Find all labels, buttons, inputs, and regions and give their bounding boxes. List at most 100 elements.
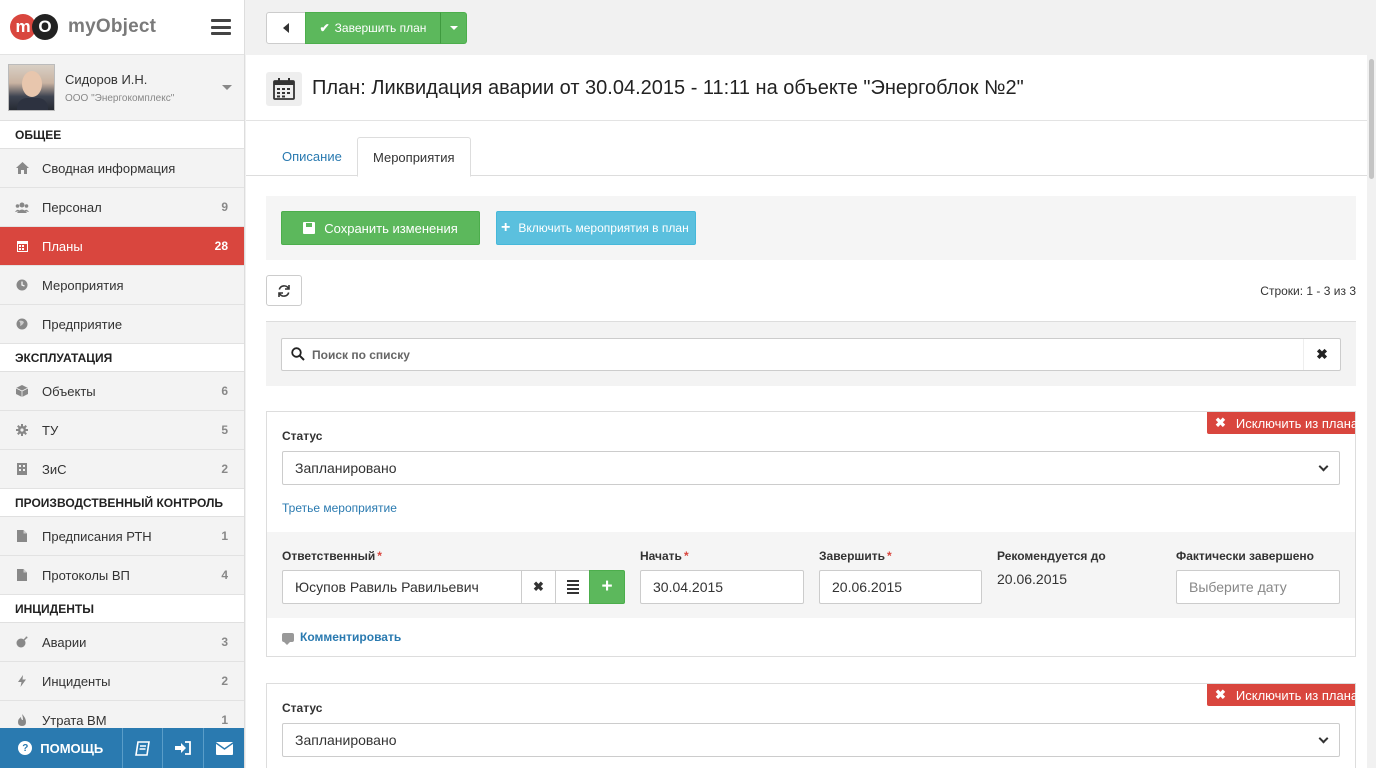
finish-plan-dropdown-toggle[interactable] [440,12,467,44]
sidebar-item-enterprise[interactable]: Предприятие [0,305,244,344]
calendar-icon [266,72,302,106]
sidebar-item-summary[interactable]: Сводная информация [0,149,244,188]
sidebar-item-label: Протоколы ВП [42,567,130,583]
globe-icon [15,317,29,331]
sidebar-item-events[interactable]: Мероприятия [0,266,244,305]
back-button[interactable] [266,12,306,44]
search-clear-button[interactable]: ✖ [1303,339,1340,370]
responsible-add-button[interactable]: + [589,570,625,604]
scrollbar-thumb[interactable] [1369,59,1374,179]
sidebar-item-personnel[interactable]: Персонал 9 [0,188,244,227]
sidebar-item-zis[interactable]: ЗиС 2 [0,450,244,489]
chevron-down-icon [1318,461,1329,472]
refresh-button[interactable] [266,275,302,306]
caret-down-icon[interactable] [222,85,232,90]
responsible-field[interactable]: Юсупов Равиль Равильевич [282,570,556,604]
sidebar: m O myObject Сидоров И.Н. ООО "Энергоком… [0,0,245,768]
save-changes-button[interactable]: Сохранить изменения [281,211,480,245]
sidebar-item-objects[interactable]: Объекты 6 [0,372,244,411]
include-events-label: Включить мероприятия в план [518,221,689,235]
clock-icon [15,278,29,292]
sidebar-item-rtn-orders[interactable]: Предписания РТН 1 [0,517,244,556]
book-icon [134,740,150,756]
start-date-input[interactable] [640,570,804,604]
sidebar-item-label: Объекты [42,383,96,399]
comment-label: Комментировать [300,630,402,644]
building-icon [15,462,29,476]
calendar-icon [15,239,29,253]
home-icon [15,161,29,175]
actual-date-input[interactable] [1176,570,1340,604]
comment-icon [282,632,294,645]
recommended-label: Рекомендуется до [997,549,1106,563]
chevron-down-icon [1318,733,1329,744]
avatar [8,64,55,111]
sidebar-item-tu[interactable]: ТУ 5 [0,411,244,450]
book-button[interactable] [123,728,164,768]
status-label: Статус [282,429,323,443]
event-fields-row: Ответственный * Юсупов Равиль Равильевич … [267,532,1355,618]
envelope-icon [216,741,234,755]
close-icon: ✖ [1215,687,1226,702]
search-icon [291,347,305,361]
sidebar-item-incidents[interactable]: Инциденты 2 [0,662,244,701]
finish-plan-label: Завершить план [334,21,427,35]
menu-toggle-icon[interactable] [211,19,231,35]
cube-icon [15,384,29,398]
sidebar-item-vp-protocols[interactable]: Протоколы ВП 4 [0,556,244,595]
exclude-from-plan-button[interactable]: ✖ Исключить из плана [1207,412,1358,434]
fire-icon [15,713,29,727]
mail-button[interactable] [204,728,244,768]
brand-name: myObject [68,16,157,37]
action-bar: Сохранить изменения + Включить мероприят… [266,196,1356,260]
search-bar: ✖ [266,321,1356,386]
sidebar-item-label: Персонал [42,199,102,215]
event-card: ✖ Исключить из плана Статус Запланирован… [266,411,1358,657]
count-badge: 28 [214,239,228,253]
responsible-clear-button[interactable]: ✖ [521,570,556,604]
caret-down-icon [449,26,458,30]
responsible-list-button[interactable] [555,570,590,604]
sidebar-item-label: Планы [42,238,83,254]
count-badge: 1 [221,713,228,727]
exclude-from-plan-button[interactable]: ✖ Исключить из плана [1207,684,1358,706]
nav-section-general: ОБЩЕЕ [0,121,244,149]
help-button[interactable]: ? ПОМОЩЬ [0,728,123,768]
users-icon [15,200,29,214]
tab-description[interactable]: Описание [267,137,357,176]
status-select[interactable]: Запланировано [282,723,1340,757]
search-field-wrap: ✖ [281,338,1341,371]
sidebar-item-plans[interactable]: Планы 28 [0,227,244,266]
bolt-icon [15,674,29,688]
comment-link[interactable]: Комментировать [282,630,402,645]
logo[interactable]: m O [10,14,58,40]
top-toolbar: ✔ Завершить план [246,0,1376,55]
sidebar-item-label: Предприятие [42,316,123,332]
file-icon [15,529,29,543]
end-date-input[interactable] [819,570,982,604]
rows-info: Строки: 1 - 3 из 3 [1260,284,1356,298]
user-panel[interactable]: Сидоров И.Н. ООО "Энергокомплекс" [0,55,244,121]
count-badge: 3 [221,635,228,649]
tab-events[interactable]: Мероприятия [357,137,471,177]
page-title: План: Ликвидация аварии от 30.04.2015 - … [312,77,1024,99]
user-name: Сидоров И.Н. [65,71,148,87]
event-name-link[interactable]: Третье мероприятие [282,501,397,515]
nav-section-incidents: ИНЦИДЕНТЫ [0,595,244,623]
tabs: Описание Мероприятия [246,137,1367,177]
sidebar-item-accidents[interactable]: Аварии 3 [0,623,244,662]
finish-plan-button[interactable]: ✔ Завершить план [305,12,441,44]
sidebar-item-label: Аварии [42,634,87,650]
plus-icon: + [601,576,613,597]
scrollbar[interactable] [1367,55,1376,768]
status-value: Запланировано [295,732,397,748]
include-events-button[interactable]: + Включить мероприятия в план [496,211,696,245]
count-badge: 2 [221,462,228,476]
status-select[interactable]: Запланировано [282,451,1340,485]
check-icon: ✔ [319,21,330,35]
close-icon: ✖ [1316,346,1328,362]
sidebar-item-label: Предписания РТН [42,528,152,544]
search-input[interactable] [312,339,1292,370]
status-label: Статус [282,701,323,715]
sign-in-button[interactable] [163,728,205,768]
